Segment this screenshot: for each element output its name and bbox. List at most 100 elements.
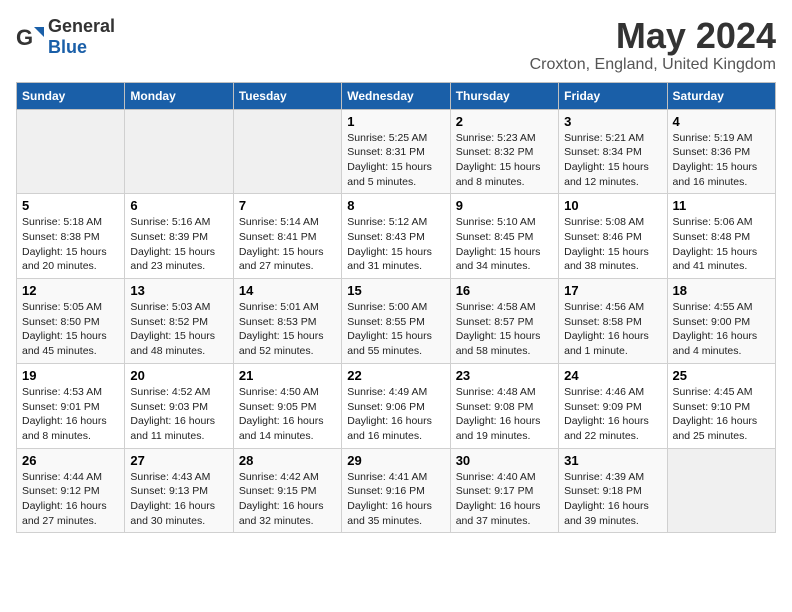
day-number: 3	[564, 114, 661, 129]
day-info: Sunrise: 5:14 AMSunset: 8:41 PMDaylight:…	[239, 215, 336, 274]
calendar-cell: 25 Sunrise: 4:45 AMSunset: 9:10 PMDayligh…	[667, 363, 775, 448]
calendar-cell: 2Sunrise: 5:23 AMSunset: 8:32 PMDaylight…	[450, 109, 558, 194]
day-info: Sunrise: 4:48 AMSunset: 9:08 PMDaylight:…	[456, 385, 553, 444]
day-number: 9	[456, 198, 553, 213]
calendar-cell: 28 Sunrise: 4:42 AMSunset: 9:15 PMDayligh…	[233, 448, 341, 533]
calendar-cell	[125, 109, 233, 194]
weekday-header-row: SundayMondayTuesdayWednesdayThursdayFrid…	[17, 82, 776, 109]
day-info: Sunrise: 4:41 AMSunset: 9:16 PMDaylight:…	[347, 470, 444, 529]
calendar-cell: 14 Sunrise: 5:01 AMSunset: 8:53 PMDayligh…	[233, 279, 341, 364]
day-info: Sunrise: 4:53 AMSunset: 9:01 PMDaylight:…	[22, 385, 119, 444]
day-number: 25	[673, 368, 770, 383]
calendar-cell: 13 Sunrise: 5:03 AMSunset: 8:52 PMDayligh…	[125, 279, 233, 364]
calendar-cell: 12Sunrise: 5:05 AMSunset: 8:50 PMDayligh…	[17, 279, 125, 364]
calendar-week-1: 1Sunrise: 5:25 AMSunset: 8:31 PMDaylight…	[17, 109, 776, 194]
day-info: Sunrise: 5:21 AMSunset: 8:34 PMDaylight:…	[564, 131, 661, 190]
weekday-header-sunday: Sunday	[17, 82, 125, 109]
calendar-cell: 31 Sunrise: 4:39 AMSunset: 9:18 PMDayligh…	[559, 448, 667, 533]
calendar-cell	[667, 448, 775, 533]
calendar-cell: 7 Sunrise: 5:14 AMSunset: 8:41 PMDaylight…	[233, 194, 341, 279]
calendar-cell: 8Sunrise: 5:12 AMSunset: 8:43 PMDaylight…	[342, 194, 450, 279]
calendar-cell: 1Sunrise: 5:25 AMSunset: 8:31 PMDaylight…	[342, 109, 450, 194]
calendar-week-4: 19 Sunrise: 4:53 AMSunset: 9:01 PMDayligh…	[17, 363, 776, 448]
day-info: Sunrise: 5:06 AMSunset: 8:48 PMDaylight:…	[673, 215, 770, 274]
calendar-cell: 15 Sunrise: 5:00 AMSunset: 8:55 PMDayligh…	[342, 279, 450, 364]
calendar-cell: 26 Sunrise: 4:44 AMSunset: 9:12 PMDayligh…	[17, 448, 125, 533]
day-number: 15	[347, 283, 444, 298]
day-info: Sunrise: 5:08 AMSunset: 8:46 PMDaylight:…	[564, 215, 661, 274]
logo: G General Blue	[16, 16, 115, 58]
day-info: Sunrise: 5:05 AMSunset: 8:50 PMDaylight:…	[22, 300, 119, 359]
calendar-cell: 23 Sunrise: 4:48 AMSunset: 9:08 PMDayligh…	[450, 363, 558, 448]
day-number: 29	[347, 453, 444, 468]
day-info: Sunrise: 5:18 AMSunset: 8:38 PMDaylight:…	[22, 215, 119, 274]
calendar-week-2: 5 Sunrise: 5:18 AMSunset: 8:38 PMDaylight…	[17, 194, 776, 279]
day-info: Sunrise: 4:45 AMSunset: 9:10 PMDaylight:…	[673, 385, 770, 444]
day-info: Sunrise: 4:40 AMSunset: 9:17 PMDaylight:…	[456, 470, 553, 529]
day-number: 31	[564, 453, 661, 468]
day-number: 23	[456, 368, 553, 383]
day-number: 17	[564, 283, 661, 298]
weekday-header-monday: Monday	[125, 82, 233, 109]
day-info: Sunrise: 5:12 AMSunset: 8:43 PMDaylight:…	[347, 215, 444, 274]
day-info: Sunrise: 4:43 AMSunset: 9:13 PMDaylight:…	[130, 470, 227, 529]
day-number: 11	[673, 198, 770, 213]
logo-blue-text: Blue	[48, 37, 87, 57]
day-info: Sunrise: 4:49 AMSunset: 9:06 PMDaylight:…	[347, 385, 444, 444]
day-info: Sunrise: 4:56 AMSunset: 8:58 PMDaylight:…	[564, 300, 661, 359]
day-info: Sunrise: 5:10 AMSunset: 8:45 PMDaylight:…	[456, 215, 553, 274]
weekday-header-wednesday: Wednesday	[342, 82, 450, 109]
calendar-cell: 22Sunrise: 4:49 AMSunset: 9:06 PMDayligh…	[342, 363, 450, 448]
svg-text:G: G	[16, 25, 33, 50]
calendar-week-5: 26 Sunrise: 4:44 AMSunset: 9:12 PMDayligh…	[17, 448, 776, 533]
day-number: 20	[130, 368, 227, 383]
calendar-cell: 21 Sunrise: 4:50 AMSunset: 9:05 PMDayligh…	[233, 363, 341, 448]
calendar-cell: 11 Sunrise: 5:06 AMSunset: 8:48 PMDayligh…	[667, 194, 775, 279]
calendar-week-3: 12Sunrise: 5:05 AMSunset: 8:50 PMDayligh…	[17, 279, 776, 364]
day-number: 21	[239, 368, 336, 383]
calendar-table: SundayMondayTuesdayWednesdayThursdayFrid…	[16, 82, 776, 534]
weekday-header-tuesday: Tuesday	[233, 82, 341, 109]
calendar-header: SundayMondayTuesdayWednesdayThursdayFrid…	[17, 82, 776, 109]
day-number: 28	[239, 453, 336, 468]
calendar-cell: 10 Sunrise: 5:08 AMSunset: 8:46 PMDayligh…	[559, 194, 667, 279]
calendar-cell: 9 Sunrise: 5:10 AMSunset: 8:45 PMDaylight…	[450, 194, 558, 279]
day-info: Sunrise: 4:39 AMSunset: 9:18 PMDaylight:…	[564, 470, 661, 529]
day-number: 18	[673, 283, 770, 298]
day-number: 13	[130, 283, 227, 298]
location-title: Croxton, England, United Kingdom	[530, 56, 776, 74]
calendar-cell: 6 Sunrise: 5:16 AMSunset: 8:39 PMDaylight…	[125, 194, 233, 279]
day-info: Sunrise: 4:46 AMSunset: 9:09 PMDaylight:…	[564, 385, 661, 444]
calendar-cell: 16Sunrise: 4:58 AMSunset: 8:57 PMDayligh…	[450, 279, 558, 364]
day-number: 1	[347, 114, 444, 129]
day-number: 26	[22, 453, 119, 468]
day-number: 4	[673, 114, 770, 129]
day-info: Sunrise: 4:42 AMSunset: 9:15 PMDaylight:…	[239, 470, 336, 529]
day-info: Sunrise: 4:55 AMSunset: 9:00 PMDaylight:…	[673, 300, 770, 359]
weekday-header-friday: Friday	[559, 82, 667, 109]
day-number: 27	[130, 453, 227, 468]
day-info: Sunrise: 4:50 AMSunset: 9:05 PMDaylight:…	[239, 385, 336, 444]
day-info: Sunrise: 4:52 AMSunset: 9:03 PMDaylight:…	[130, 385, 227, 444]
day-info: Sunrise: 5:03 AMSunset: 8:52 PMDaylight:…	[130, 300, 227, 359]
day-number: 5	[22, 198, 119, 213]
logo-general-text: General	[48, 16, 115, 36]
day-number: 19	[22, 368, 119, 383]
day-number: 16	[456, 283, 553, 298]
day-info: Sunrise: 5:19 AMSunset: 8:36 PMDaylight:…	[673, 131, 770, 190]
weekday-header-thursday: Thursday	[450, 82, 558, 109]
day-info: Sunrise: 5:23 AMSunset: 8:32 PMDaylight:…	[456, 131, 553, 190]
calendar-cell: 19 Sunrise: 4:53 AMSunset: 9:01 PMDayligh…	[17, 363, 125, 448]
day-number: 10	[564, 198, 661, 213]
day-number: 7	[239, 198, 336, 213]
day-number: 14	[239, 283, 336, 298]
day-number: 30	[456, 453, 553, 468]
day-info: Sunrise: 5:16 AMSunset: 8:39 PMDaylight:…	[130, 215, 227, 274]
day-number: 6	[130, 198, 227, 213]
day-info: Sunrise: 5:00 AMSunset: 8:55 PMDaylight:…	[347, 300, 444, 359]
day-info: Sunrise: 4:44 AMSunset: 9:12 PMDaylight:…	[22, 470, 119, 529]
calendar-body: 1Sunrise: 5:25 AMSunset: 8:31 PMDaylight…	[17, 109, 776, 533]
calendar-cell: 20 Sunrise: 4:52 AMSunset: 9:03 PMDayligh…	[125, 363, 233, 448]
calendar-cell	[233, 109, 341, 194]
day-info: Sunrise: 5:01 AMSunset: 8:53 PMDaylight:…	[239, 300, 336, 359]
